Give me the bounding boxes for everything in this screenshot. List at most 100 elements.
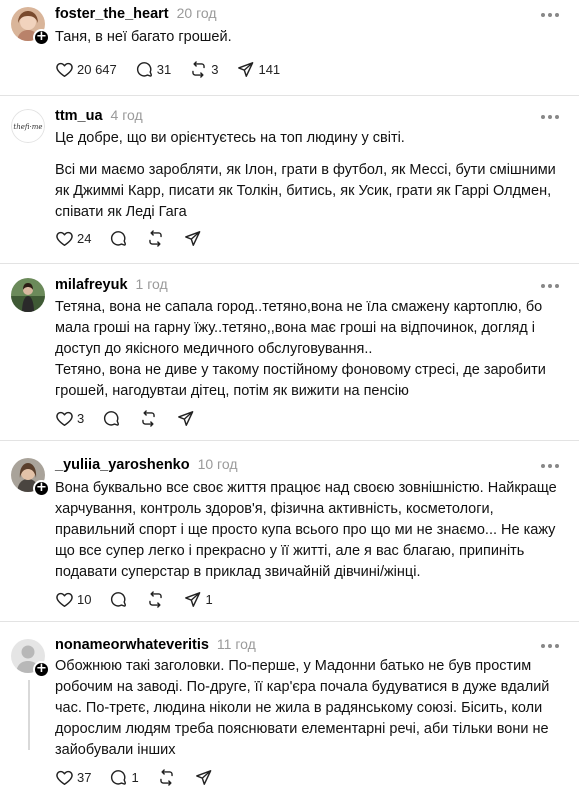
repost-button[interactable]	[139, 409, 158, 428]
thread-line	[28, 680, 30, 750]
timestamp: 1 год	[135, 276, 168, 292]
like-count: 3	[77, 410, 85, 426]
more-icon[interactable]	[541, 643, 561, 649]
share-icon	[194, 768, 213, 787]
repost-button[interactable]	[146, 590, 165, 609]
username[interactable]: milafreyuk	[55, 277, 128, 293]
timestamp: 4 год	[110, 107, 143, 123]
avatar[interactable]	[11, 278, 45, 312]
action-bar: 37 1	[55, 766, 231, 787]
share-count: 1	[205, 591, 213, 607]
share-button[interactable]	[176, 409, 195, 428]
post-text: Вона буквально все своє життя працює над…	[55, 478, 565, 583]
comment-icon	[109, 590, 128, 609]
like-count: 37	[77, 769, 92, 785]
like-button[interactable]: 10	[55, 590, 91, 609]
like-count: 10	[77, 591, 92, 607]
reply-button[interactable]: 1	[109, 768, 139, 787]
repost-button[interactable]: 3	[189, 60, 218, 79]
post-header: nonameorwhateveritis 11 год	[55, 636, 256, 656]
post-4: + _yuliia_yaroshenko 10 год Вона букваль…	[0, 441, 579, 621]
post-text: Це добре, що ви орієнтуєтесь на топ люди…	[55, 128, 565, 223]
post-paragraph: Всі ми маємо заробляти, як Ілон, грати в…	[55, 162, 556, 220]
heart-icon	[55, 768, 74, 787]
more-icon[interactable]	[541, 114, 561, 120]
share-button[interactable]: 1	[183, 590, 213, 609]
post-header: ttm_ua 4 год	[55, 107, 143, 127]
timestamp: 10 год	[197, 456, 238, 472]
heart-icon	[55, 60, 74, 79]
post-5: + nonameorwhateveritis 11 год Обожнюю та…	[0, 622, 579, 787]
post-text: Таня, в неї багато грошей.	[55, 27, 565, 48]
action-bar: 10 1	[55, 588, 231, 610]
post-paragraph: Це добре, що ви орієнтуєтесь на топ люди…	[55, 130, 405, 146]
heart-icon	[55, 409, 74, 428]
share-button[interactable]	[183, 229, 202, 248]
share-icon	[183, 229, 202, 248]
username[interactable]: nonameorwhateveritis	[55, 637, 209, 653]
plus-icon[interactable]: +	[33, 661, 50, 678]
action-bar: 20 647 31 3 141	[55, 58, 298, 80]
avatar[interactable]: thefi·me	[11, 109, 45, 143]
avatar[interactable]: +	[11, 639, 50, 678]
avatar-image	[11, 278, 45, 312]
like-button[interactable]: 20 647	[55, 60, 117, 79]
reply-count: 31	[156, 61, 172, 77]
username[interactable]: _yuliia_yaroshenko	[55, 457, 190, 473]
repost-icon	[146, 590, 165, 609]
svg-text:thefi·me: thefi·me	[13, 123, 42, 131]
timestamp: 11 год	[216, 636, 256, 652]
post-paragraph: Вона буквально все своє життя працює над…	[55, 480, 557, 580]
share-icon	[236, 60, 255, 79]
repost-button[interactable]	[157, 768, 176, 787]
action-bar: 24	[55, 227, 220, 249]
plus-icon[interactable]: +	[33, 480, 50, 497]
post-paragraph: Тетяно, вона не диве у такому постійному…	[55, 362, 546, 399]
post-header: foster_the_heart 20 год	[55, 5, 217, 25]
avatar[interactable]: +	[11, 458, 50, 497]
repost-icon	[146, 229, 165, 248]
repost-icon	[139, 409, 158, 428]
like-count: 24	[77, 230, 92, 246]
username[interactable]: foster_the_heart	[55, 6, 169, 22]
post-paragraph: Тетяна, вона не сапала город..тетяно,вон…	[55, 299, 543, 357]
reply-button[interactable]	[109, 590, 128, 609]
comment-icon	[135, 60, 154, 79]
post-paragraph: Обожнюю такі заголовки. По-перше, у Мадо…	[55, 658, 550, 758]
more-icon[interactable]	[541, 463, 561, 469]
like-count: 20 647	[77, 61, 117, 77]
more-icon[interactable]	[541, 12, 561, 18]
share-button[interactable]	[194, 768, 213, 787]
post-2: thefi·me ttm_ua 4 год Це добре, що ви ор…	[0, 96, 579, 263]
share-icon	[183, 590, 202, 609]
reply-button[interactable]: 31	[135, 60, 171, 79]
post-text: Тетяна, вона не сапала город..тетяно,вон…	[55, 297, 565, 402]
post-text: Обожнюю такі заголовки. По-перше, у Мадо…	[55, 656, 565, 761]
avatar[interactable]: +	[11, 7, 50, 46]
like-button[interactable]: 3	[55, 409, 84, 428]
comment-icon	[102, 409, 121, 428]
plus-icon[interactable]: +	[33, 29, 50, 46]
post-header: milafreyuk 1 год	[55, 276, 168, 296]
reply-button[interactable]	[102, 409, 121, 428]
like-button[interactable]: 24	[55, 229, 91, 248]
post-1: + foster_the_heart 20 год Таня, в неї ба…	[0, 0, 579, 95]
repost-icon	[157, 768, 176, 787]
reply-button[interactable]	[109, 229, 128, 248]
reply-count: 1	[131, 769, 139, 785]
repost-count: 3	[211, 61, 219, 77]
username[interactable]: ttm_ua	[55, 108, 103, 124]
heart-icon	[55, 590, 74, 609]
post-3: milafreyuk 1 год Тетяна, вона не сапала …	[0, 264, 579, 440]
timestamp: 20 год	[176, 5, 217, 21]
share-button[interactable]: 141	[236, 60, 280, 79]
avatar-image: thefi·me	[11, 109, 45, 143]
heart-icon	[55, 229, 74, 248]
share-icon	[176, 409, 195, 428]
post-paragraph: Таня, в неї багато грошей.	[55, 29, 232, 45]
comment-icon	[109, 768, 128, 787]
repost-icon	[189, 60, 208, 79]
like-button[interactable]: 37	[55, 768, 91, 787]
repost-button[interactable]	[146, 229, 165, 248]
more-icon[interactable]	[541, 283, 561, 289]
